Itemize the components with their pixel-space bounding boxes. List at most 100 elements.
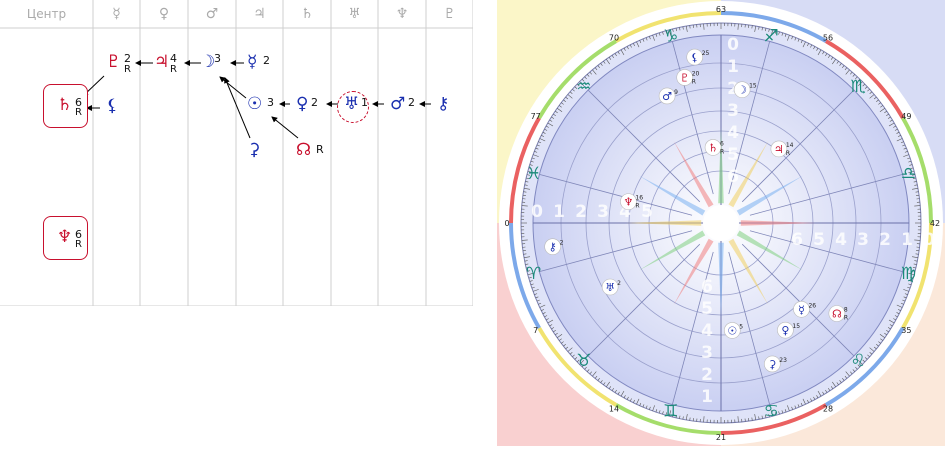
mars-node-count: 2 — [408, 96, 415, 109]
house-number-right: 0 — [923, 230, 935, 250]
pluto-icon: ♇ — [680, 71, 690, 84]
saturn-degree: 6 — [720, 140, 724, 147]
mercury-icon: ☿ — [798, 303, 805, 316]
lilith-node-icon[interactable]: ⚸ — [106, 97, 118, 115]
venus-node-count: 2 — [311, 96, 318, 109]
mercury-node-count: 2 — [263, 54, 270, 67]
uranus-degree: 2 — [617, 280, 621, 287]
house-number-left: 0 — [531, 202, 543, 222]
node-degree: 8 — [844, 307, 848, 314]
house-number-left: 3 — [597, 202, 609, 222]
jupiter-retro: R — [786, 150, 790, 157]
jupiter-icon: ♃ — [253, 6, 266, 22]
jupiter-node-icon[interactable]: ♃ — [154, 53, 169, 71]
house-number-right: 3 — [857, 230, 869, 250]
zodiac-sign-0: ♑ — [663, 27, 678, 47]
uranus-node-count: 1 — [361, 96, 368, 109]
uranus-icon: ♅ — [348, 6, 361, 22]
neptune-degree: 16 — [635, 195, 643, 202]
pluto-node-icon[interactable]: ♇ — [106, 53, 121, 71]
neptune-node-icon[interactable]: ♆ — [57, 228, 72, 246]
house-number-bottom: 2 — [701, 365, 713, 385]
chiron-node-icon[interactable]: ⚷ — [437, 95, 449, 113]
neptune-node-retro: R — [75, 239, 82, 250]
degree-label-3: 42 — [930, 219, 940, 228]
zodiac-sign-2: ♏ — [851, 77, 866, 97]
uranus-node-icon[interactable]: ♅ — [344, 95, 359, 113]
saturn-node-icon[interactable]: ♄ — [57, 96, 72, 114]
moon-degree: 15 — [749, 83, 757, 90]
chiron-icon: ⚷ — [549, 241, 557, 254]
ceres-icon: ⚳ — [768, 358, 776, 371]
house-number-bottom: 5 — [701, 299, 713, 319]
mars-icon: ♂ — [662, 90, 672, 103]
mars-node-icon[interactable]: ♂ — [390, 95, 405, 113]
zodiac-sign-5: ♌ — [851, 351, 866, 371]
sun-icon: ☉ — [727, 324, 737, 337]
house-number-right: 5 — [813, 230, 825, 250]
house-number-left: 1 — [553, 202, 565, 222]
degree-label-2: 49 — [901, 112, 911, 121]
degree-label-0: 63 — [716, 5, 726, 14]
zodiac-sign-7: ♊ — [663, 401, 678, 421]
house-number-right: 6 — [791, 230, 803, 250]
moon-node-icon[interactable]: ☽ — [200, 53, 215, 71]
zodiac-sign-11: ♒ — [576, 77, 591, 97]
zodiac-sign-9: ♈ — [526, 264, 541, 284]
lilith-icon: ⚸ — [691, 51, 699, 64]
center-hub — [703, 205, 739, 241]
pluto-icon: ♇ — [443, 6, 456, 22]
wheel-svg: ♑ ♐♏♎♍♌♋♊♉♈♓♒63564942352821147077700 1 2 3 4 5… — [497, 0, 945, 446]
venus-icon: ♀ — [781, 324, 789, 337]
house-number-top: 5 — [727, 145, 739, 165]
degree-label-10: 77 — [531, 112, 541, 121]
house-number-top: 6 — [727, 167, 739, 187]
jupiter-degree: 14 — [786, 142, 794, 149]
zodiac-sign-1: ♐ — [764, 27, 779, 47]
zodiac-sign-6: ♋ — [764, 401, 779, 421]
venus-node-icon[interactable]: ♀ — [296, 95, 308, 113]
degree-label-9: 0 — [504, 219, 509, 228]
house-number-left: 2 — [575, 202, 587, 222]
jupiter-icon: ♃ — [774, 143, 784, 156]
neptune-icon: ♆ — [395, 6, 409, 22]
lilith-degree: 25 — [702, 50, 710, 57]
house-number-left: 5 — [641, 202, 653, 222]
house-number-bottom: 6 — [701, 277, 713, 297]
saturn-retro: R — [720, 148, 724, 155]
ceres-degree: 23 — [779, 357, 787, 364]
mars-degree: 9 — [674, 89, 678, 96]
node-icon: ☊ — [832, 308, 842, 321]
degree-label-8: 7 — [533, 326, 538, 335]
degree-label-6: 21 — [716, 433, 726, 442]
moon-node-count: 3 — [214, 52, 221, 65]
house-number-top: 4 — [727, 123, 739, 143]
mercury-node-icon[interactable]: ☿ — [247, 53, 257, 71]
sun-degree: 5 — [739, 323, 743, 330]
jupiter-node-retro: R — [170, 64, 177, 75]
house-number-top: 3 — [727, 101, 739, 121]
degree-label-1: 56 — [823, 34, 833, 43]
venus-icon: ♀ — [158, 6, 170, 22]
pluto-degree: 20 — [692, 70, 700, 77]
house-number-bottom: 1 — [701, 387, 713, 407]
chiron-degree: 2 — [560, 240, 564, 247]
node-retro: R — [844, 315, 848, 322]
dispositor-table: Центр ☿ ♀ ♂ ♃ ♄ ♅ ♆ ♇ ♇ 2 R ♃ 4 R ☽ 3 ☿ … — [0, 0, 473, 306]
ceres-node-icon[interactable]: ⚳ — [248, 141, 260, 159]
pluto-node-retro: R — [124, 64, 131, 75]
saturn-node-retro: R — [75, 107, 82, 118]
venus-degree: 15 — [792, 323, 800, 330]
uranus-icon: ♅ — [605, 281, 615, 294]
neptune-retro: R — [635, 203, 639, 210]
jupiter-node-count: 4 — [170, 52, 177, 65]
sun-node-count: 3 — [267, 96, 274, 109]
saturn-icon: ♄ — [300, 6, 314, 22]
table-grid — [0, 0, 473, 306]
house-number-bottom: 3 — [701, 343, 713, 363]
moon-icon: ☽ — [737, 84, 747, 97]
sun-node-icon[interactable]: ☉ — [247, 95, 262, 113]
house-number-top: 0 — [727, 35, 739, 55]
north-node-icon[interactable]: ☊ — [296, 141, 311, 159]
degree-label-11: 70 — [609, 34, 619, 43]
